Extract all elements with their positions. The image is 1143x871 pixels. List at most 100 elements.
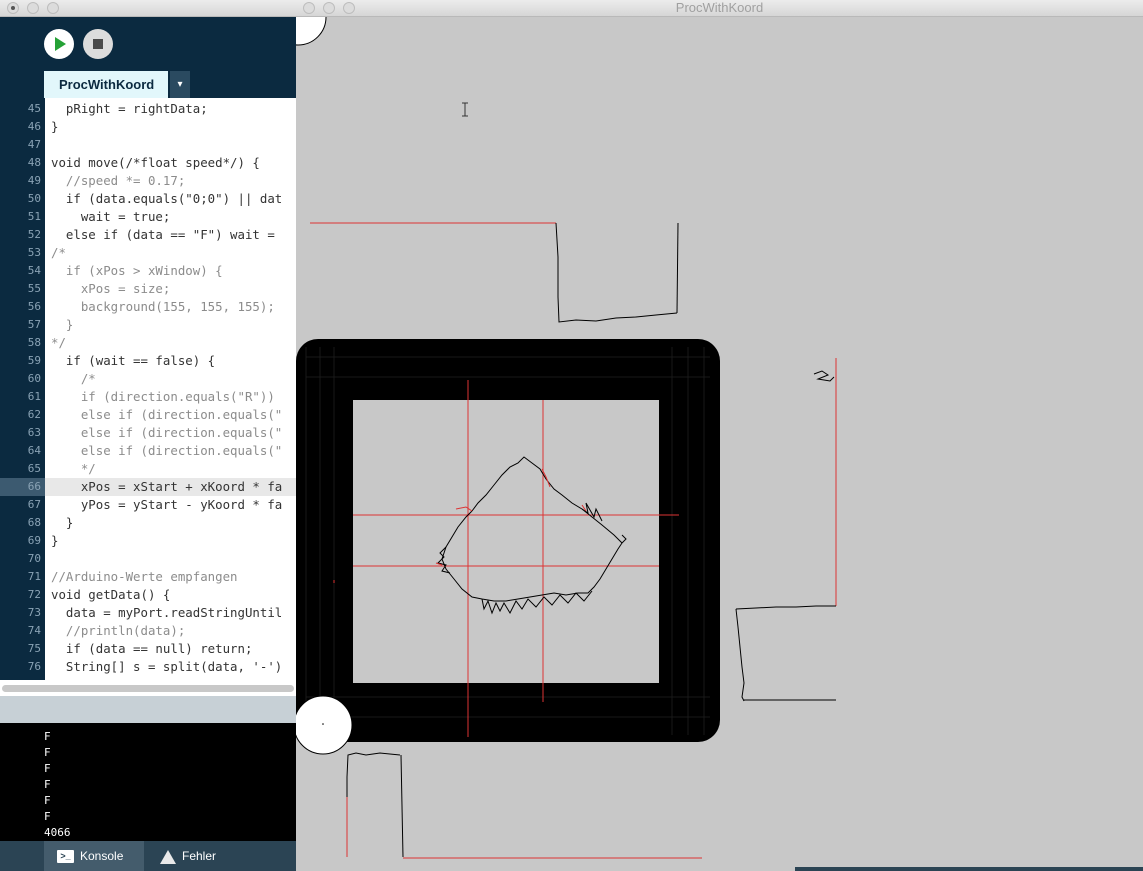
line-number: 47 <box>27 138 41 151</box>
console-icon: >_ <box>57 850 74 864</box>
code-line[interactable]: 50 if (data.equals("0;0") || dat <box>0 190 296 208</box>
line-number: 46 <box>27 120 41 133</box>
code-line[interactable]: 74 //println(data); <box>0 622 296 640</box>
tab-konsole[interactable]: >_ Konsole <box>44 841 144 871</box>
code-line[interactable]: 56 background(155, 155, 155); <box>0 298 296 316</box>
code-line[interactable]: 59 if (wait == false) { <box>0 352 296 370</box>
processing-ide-window: ProcWithKoord ▾ 45 pRight = rightData; 46… <box>0 0 296 871</box>
stop-icon <box>93 39 103 49</box>
console-line: F <box>44 794 51 807</box>
code-line[interactable]: 58 */ <box>0 334 296 352</box>
zoom-window-icon[interactable] <box>47 2 59 14</box>
code-line[interactable]: 46} <box>0 118 296 136</box>
line-number: 53 <box>27 246 41 259</box>
console-tab-bar: >_ Konsole Fehler <box>0 841 296 871</box>
code-text: yPos = yStart - yKoord * fa <box>51 497 283 512</box>
code-line[interactable]: 71 //Arduino-Werte empfangen <box>0 568 296 586</box>
code-text: if (direction.equals("R")) <box>51 389 275 404</box>
close-window-icon[interactable] <box>7 2 19 14</box>
line-number: 64 <box>27 444 41 457</box>
line-number: 70 <box>27 552 41 565</box>
line-number: 57 <box>27 318 41 331</box>
code-editor[interactable]: 45 pRight = rightData; 46} 47 48 void move(/… <box>0 98 296 680</box>
tab-fehler[interactable]: Fehler <box>150 841 240 871</box>
sketch-titlebar[interactable]: ProcWithKoord <box>296 0 1143 17</box>
code-line[interactable]: 65 */ <box>0 460 296 478</box>
line-number: 48 <box>27 156 41 169</box>
code-text: //Arduino-Werte empfangen <box>51 569 238 584</box>
line-number: 61 <box>27 390 41 403</box>
sketch-drawing <box>296 17 837 859</box>
code-line[interactable]: 63 else if (direction.equals(" <box>0 424 296 442</box>
line-number: 75 <box>27 642 41 655</box>
line-number: 66 <box>0 478 45 496</box>
console-line: F <box>44 810 51 823</box>
line-number: 49 <box>27 174 41 187</box>
code-line[interactable]: 53 /* <box>0 244 296 262</box>
code-line[interactable]: 69} <box>0 532 296 550</box>
line-number: 74 <box>27 624 41 637</box>
code-text: } <box>51 317 74 332</box>
code-line[interactable]: 64 else if (direction.equals(" <box>0 442 296 460</box>
minimize-window-icon[interactable] <box>27 2 39 14</box>
code-line[interactable]: 75 if (data == null) return; <box>0 640 296 658</box>
code-line[interactable]: 55 xPos = size; <box>0 280 296 298</box>
code-text: String[] s = split(data, '-') <box>51 659 283 674</box>
sketch-canvas[interactable] <box>296 17 1143 871</box>
code-text: xPos = size; <box>51 281 171 296</box>
code-line[interactable]: 73 data = myPort.readStringUntil <box>0 604 296 622</box>
code-line[interactable]: 62 else if (direction.equals(" <box>0 406 296 424</box>
code-line[interactable]: 60 /* <box>0 370 296 388</box>
bottom-path <box>346 752 702 859</box>
tab-procwithkoord[interactable]: ProcWithKoord <box>44 71 168 98</box>
code-line[interactable]: 52 else if (data == "F") wait = <box>0 226 296 244</box>
console-line: 4066 <box>44 826 71 839</box>
code-text: /* <box>51 245 66 260</box>
editor-horizontal-scrollbar[interactable] <box>0 680 296 696</box>
stop-button[interactable] <box>83 29 113 59</box>
code-text: } <box>51 515 74 530</box>
code-line[interactable]: 67 yPos = yStart - yKoord * fa <box>0 496 296 514</box>
code-line[interactable]: 45 pRight = rightData; <box>0 100 296 118</box>
code-line[interactable]: 57 } <box>0 316 296 334</box>
code-text: /* <box>51 371 96 386</box>
robot-circle <box>296 695 353 755</box>
code-line[interactable]: 72 void getData() { <box>0 586 296 604</box>
desktop: ProcWithKoord ▾ 45 pRight = rightData; 46… <box>0 0 1143 871</box>
code-line[interactable]: 76 String[] s = split(data, '-') <box>0 658 296 676</box>
line-number: 60 <box>27 372 41 385</box>
ide-titlebar[interactable] <box>0 0 296 17</box>
line-number: 71 <box>27 570 41 583</box>
code-line[interactable]: 68 } <box>0 514 296 532</box>
code-line[interactable]: 61 if (direction.equals("R")) <box>0 388 296 406</box>
console-output[interactable]: F F F F F F 4066 <box>0 723 296 841</box>
code-text: xPos = xStart + xKoord * fa <box>51 479 283 494</box>
chevron-down-icon: ▾ <box>177 79 183 90</box>
ide-toolbar <box>0 17 296 73</box>
line-number: 56 <box>27 300 41 313</box>
robot-center-dot <box>322 723 324 725</box>
robot-start-circle <box>296 17 327 46</box>
console-line: F <box>44 762 51 775</box>
line-number: 59 <box>27 354 41 367</box>
code-text: wait = true; <box>51 209 171 224</box>
line-number: 62 <box>27 408 41 421</box>
code-text: else if (direction.equals(" <box>51 425 283 440</box>
code-line[interactable]: 70 <box>0 550 296 568</box>
scrollbar-thumb[interactable] <box>2 685 294 692</box>
code-line[interactable]: 47 <box>0 136 296 154</box>
line-number: 68 <box>27 516 41 529</box>
code-text: if (xPos > xWindow) { <box>51 263 223 278</box>
line-number: 69 <box>27 534 41 547</box>
code-line[interactable]: 54 if (xPos > xWindow) { <box>0 262 296 280</box>
code-text: //println(data); <box>51 623 186 638</box>
code-line[interactable]: 48 void move(/*float speed*/) { <box>0 154 296 172</box>
code-text: else if (direction.equals(" <box>51 443 283 458</box>
dock-strip <box>795 867 1143 871</box>
code-line[interactable]: 49 //speed *= 0.17; <box>0 172 296 190</box>
run-button[interactable] <box>44 29 74 59</box>
code-line[interactable]: 51 wait = true; <box>0 208 296 226</box>
code-text: pRight = rightData; <box>51 101 208 116</box>
code-line[interactable]: 66 xPos = xStart + xKoord * fa <box>0 478 296 496</box>
tab-menu-button[interactable]: ▾ <box>170 71 190 98</box>
